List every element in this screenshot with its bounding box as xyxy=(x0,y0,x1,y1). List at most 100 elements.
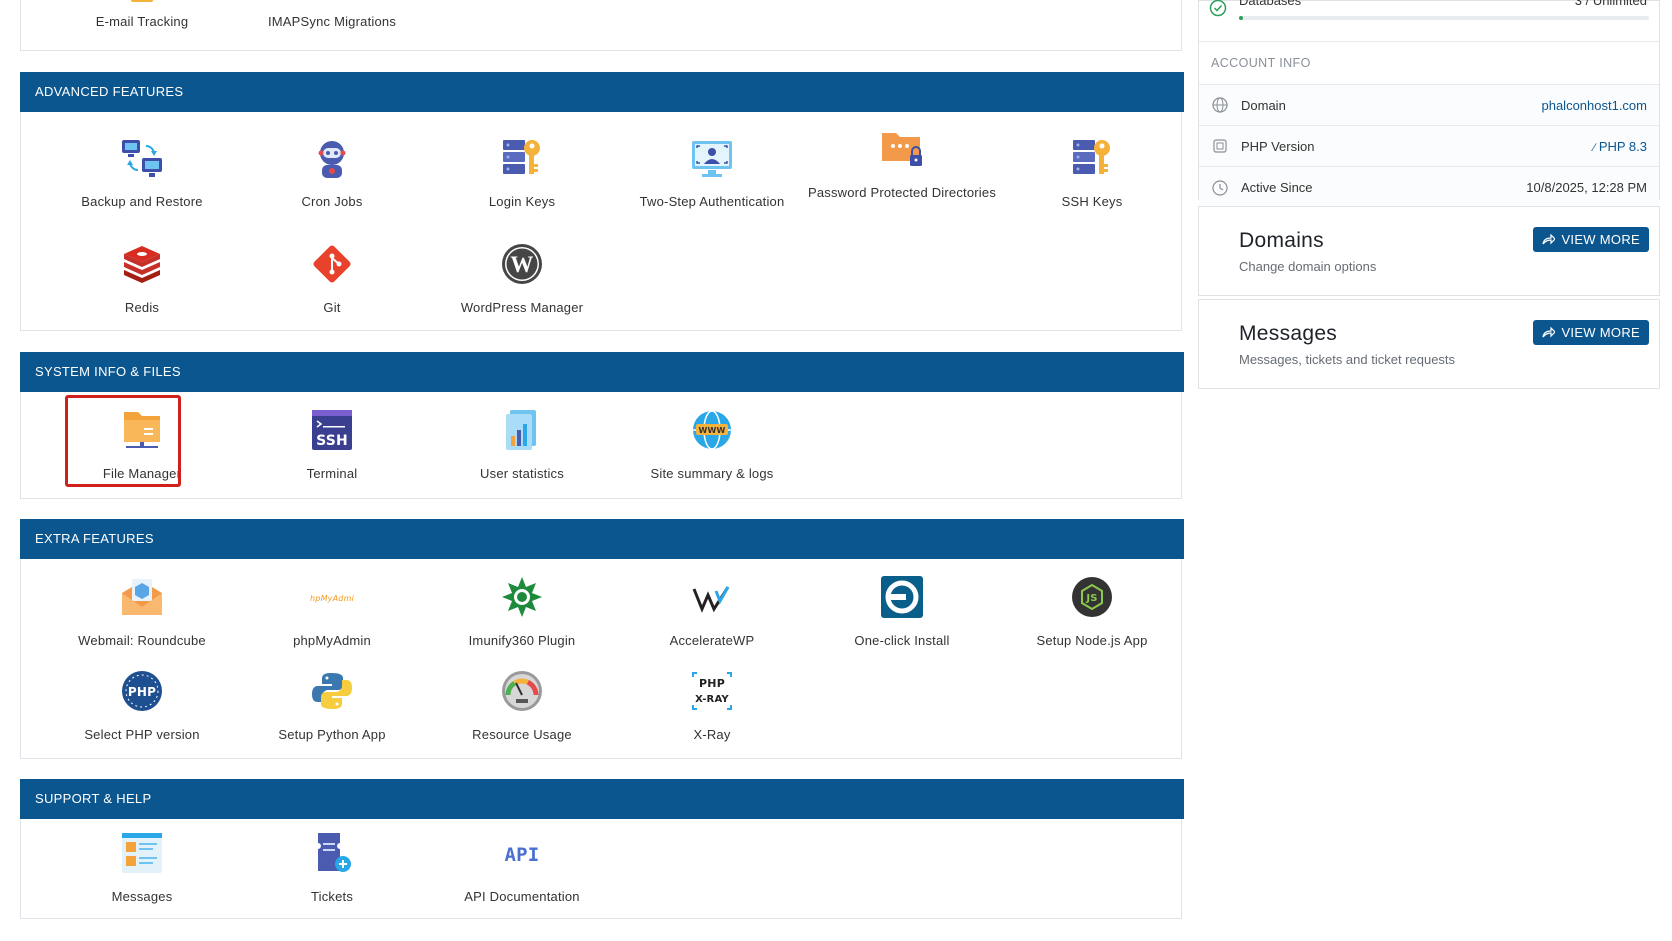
php-version-link[interactable]: ∕ PHP 8.3 xyxy=(1593,139,1647,154)
active-since-value: 10/8/2025, 12:28 PM xyxy=(1526,180,1647,195)
email-panel: E-mail Tracking IMAPSync Migrations xyxy=(20,0,1182,51)
python-label: Setup Python App xyxy=(278,727,386,742)
extra-features-panel: Webmail: Roundcube phpMyAdmin phpMyAdmin… xyxy=(20,559,1182,759)
resource-usage-item[interactable]: Resource Usage xyxy=(427,667,617,744)
acceleratewp-item[interactable]: AccelerateWP xyxy=(617,573,807,650)
password-dir-icon xyxy=(878,125,926,173)
api-text: API xyxy=(505,844,540,866)
cron-jobs-label: Cron Jobs xyxy=(301,194,363,209)
one-click-install-item[interactable]: One-click Install xyxy=(807,573,997,650)
system-info-panel: File Manager SSH Terminal User statistic… xyxy=(20,392,1182,499)
messages-card: Messages Messages, tickets and ticket re… xyxy=(1198,299,1660,389)
user-statistics-icon xyxy=(498,406,546,454)
php-version-text: PHP xyxy=(128,685,156,699)
two-step-auth-item[interactable]: Two-Step Authentication xyxy=(617,134,807,211)
messages-view-more-label: VIEW MORE xyxy=(1561,325,1640,340)
domain-label: Domain xyxy=(1241,97,1286,113)
python-icon xyxy=(308,667,356,715)
phpmyadmin-item[interactable]: phpMyAdmin phpMyAdmin xyxy=(237,573,427,650)
databases-row: Databases 3 / Unlimited xyxy=(1199,0,1659,42)
imapsync-label: IMAPSync Migrations xyxy=(267,14,397,29)
ssh-keys-item[interactable]: SSH Keys xyxy=(997,134,1187,211)
password-dir-item[interactable]: Password Protected Directories xyxy=(807,125,997,202)
password-dir-label: Password Protected Directories xyxy=(807,185,997,200)
xray-item[interactable]: PHP X-RAY X-Ray xyxy=(617,667,807,744)
active-since-row: Active Since 10/8/2025, 12:28 PM xyxy=(1199,167,1659,208)
phpmyadmin-icon: phpMyAdmin xyxy=(308,573,356,621)
wordpress-label: WordPress Manager xyxy=(460,300,584,315)
nodejs-item[interactable]: JS Setup Node.js App xyxy=(997,573,1187,650)
system-info-header: SYSTEM INFO & FILES xyxy=(20,352,1184,392)
redis-item[interactable]: Redis xyxy=(47,240,237,317)
terminal-ssh-text: SSH xyxy=(316,433,348,449)
redis-label: Redis xyxy=(124,300,160,315)
api-docs-icon: API xyxy=(498,829,546,877)
messages-item[interactable]: Messages xyxy=(47,829,237,906)
phpmyadmin-label: phpMyAdmin xyxy=(293,633,371,648)
python-item[interactable]: Setup Python App xyxy=(237,667,427,744)
roundcube-icon xyxy=(118,573,166,621)
terminal-item[interactable]: SSH Terminal xyxy=(237,406,427,483)
roundcube-item[interactable]: Webmail: Roundcube xyxy=(47,573,237,650)
php-version-row: PHP Version ∕ PHP 8.3 xyxy=(1199,126,1659,167)
git-item[interactable]: Git xyxy=(237,240,427,317)
advanced-features-header: ADVANCED FEATURES xyxy=(20,72,1184,112)
domain-link[interactable]: phalconhost1.com xyxy=(1541,98,1647,113)
site-summary-label: Site summary & logs xyxy=(650,466,774,481)
support-help-panel: Messages Tickets API API Documentation xyxy=(20,819,1182,919)
email-tracking-item[interactable]: E-mail Tracking xyxy=(47,0,237,31)
messages-view-more-button[interactable]: VIEW MORE xyxy=(1533,320,1649,345)
xray-xray-text: X-RAY xyxy=(695,694,729,705)
site-summary-icon: WWW xyxy=(688,406,736,454)
login-keys-item[interactable]: Login Keys xyxy=(427,134,617,211)
backup-restore-item[interactable]: Backup and Restore xyxy=(47,134,237,211)
right-sidebar: Databases 3 / Unlimited ACCOUNT INFO Dom… xyxy=(1198,0,1660,389)
share-icon xyxy=(1542,326,1556,337)
login-keys-icon xyxy=(498,134,546,182)
wordpress-item[interactable]: W WordPress Manager xyxy=(427,240,617,317)
messages-card-title: Messages xyxy=(1239,322,1338,345)
imunify360-label: Imunify360 Plugin xyxy=(468,633,576,648)
file-manager-highlight xyxy=(65,395,181,487)
terminal-icon: SSH xyxy=(308,406,356,454)
imapsync-item[interactable]: IMAPSync Migrations xyxy=(237,0,427,31)
ssh-keys-icon xyxy=(1068,134,1116,182)
imunify360-icon xyxy=(498,573,546,621)
share-icon xyxy=(1542,233,1556,244)
php-version-label: Select PHP version xyxy=(84,727,200,742)
nodejs-icon: JS xyxy=(1068,573,1116,621)
backup-restore-icon xyxy=(118,134,166,182)
site-summary-item[interactable]: WWW Site summary & logs xyxy=(617,406,807,483)
php-version-row-label: PHP Version xyxy=(1241,138,1315,154)
email-tracking-icon xyxy=(118,0,166,2)
roundcube-label: Webmail: Roundcube xyxy=(78,633,206,648)
email-tracking-label: E-mail Tracking xyxy=(95,14,189,29)
imunify360-item[interactable]: Imunify360 Plugin xyxy=(427,573,617,650)
login-keys-label: Login Keys xyxy=(488,194,556,209)
resource-usage-icon xyxy=(498,667,546,715)
user-statistics-item[interactable]: User statistics xyxy=(427,406,617,483)
redis-icon xyxy=(118,240,166,288)
cron-jobs-item[interactable]: Cron Jobs xyxy=(237,134,427,211)
api-docs-item[interactable]: API API Documentation xyxy=(427,829,617,906)
acceleratewp-label: AccelerateWP xyxy=(669,633,755,648)
advanced-features-panel: Backup and Restore Cron Jobs Login Keys … xyxy=(20,112,1182,331)
wordpress-icon: W xyxy=(498,240,546,288)
ssh-keys-label: SSH Keys xyxy=(1061,194,1123,209)
account-box: Databases 3 / Unlimited ACCOUNT INFO Dom… xyxy=(1198,0,1660,208)
one-click-install-icon xyxy=(878,573,926,621)
messages-icon xyxy=(118,829,166,877)
xray-php-text: PHP xyxy=(699,677,725,690)
databases-usage-bar xyxy=(1239,16,1649,20)
domains-view-more-button[interactable]: VIEW MORE xyxy=(1533,227,1649,252)
domains-card-title: Domains xyxy=(1239,229,1324,252)
messages-card-subtitle: Messages, tickets and ticket requests xyxy=(1239,352,1456,367)
php-version-item[interactable]: PHP Select PHP version xyxy=(47,667,237,744)
one-click-install-label: One-click Install xyxy=(854,633,950,648)
xray-icon: PHP X-RAY xyxy=(688,667,736,715)
active-since-label: Active Since xyxy=(1241,180,1313,195)
tickets-item[interactable]: Tickets xyxy=(237,829,427,906)
two-step-auth-label: Two-Step Authentication xyxy=(639,194,785,209)
messages-label: Messages xyxy=(111,889,173,904)
check-circle-icon xyxy=(1209,0,1227,17)
